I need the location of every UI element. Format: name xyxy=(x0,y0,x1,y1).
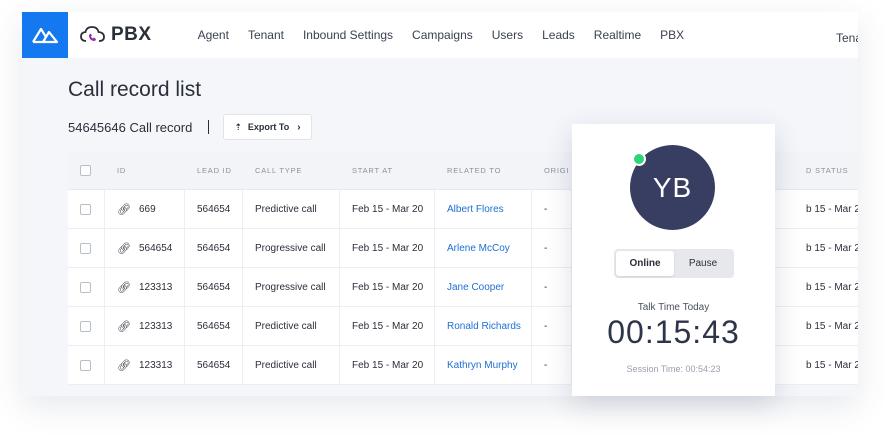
row-id: 123313 xyxy=(138,359,173,371)
agent-status-card: YB Online Pause Talk Time Today 00:15:43… xyxy=(572,124,775,396)
origin-cell: - xyxy=(532,190,572,228)
id-cell: 🔗︎ 564654 xyxy=(105,229,185,267)
row-checkbox[interactable] xyxy=(80,320,91,332)
nav-realtime[interactable]: Realtime xyxy=(594,28,641,42)
start-at-cell: Feb 15 - Mar 20 xyxy=(340,307,435,345)
row-id: 564654 xyxy=(138,242,173,254)
col-end-status[interactable]: D STATUS xyxy=(806,166,848,175)
row-id: 669 xyxy=(138,203,156,215)
select-all-checkbox[interactable] xyxy=(80,165,91,176)
start-at-cell: Feb 15 - Mar 20 xyxy=(340,190,435,228)
row-checkbox[interactable] xyxy=(80,281,91,293)
status-toggle: Online Pause xyxy=(614,249,734,278)
nav-campaigns[interactable]: Campaigns xyxy=(412,28,473,42)
id-cell: 🔗︎ 123313 xyxy=(105,307,185,345)
online-status-dot xyxy=(632,152,646,166)
session-time: Session Time: 00:54:23 xyxy=(626,364,721,374)
related-to-link[interactable]: Kathryn Murphy xyxy=(435,346,532,384)
home-logo-button[interactable] xyxy=(22,12,68,58)
row-checkbox-cell xyxy=(68,307,105,345)
id-cell: 🔗︎ 123313 xyxy=(105,268,185,306)
origin-cell: - xyxy=(532,268,572,306)
talk-time-value: 00:15:43 xyxy=(607,314,740,350)
call-type-cell: Predictive call xyxy=(243,346,340,384)
upload-icon: ⇡ xyxy=(234,121,242,132)
end-status-cell: b 15 - Mar 20 xyxy=(806,320,858,332)
col-related-to[interactable]: RELATED TO xyxy=(435,152,532,189)
call-type-cell: Progressive call xyxy=(243,229,340,267)
related-to-link[interactable]: Jane Cooper xyxy=(435,268,532,306)
origin-cell: - xyxy=(532,307,572,345)
triangle-mark-icon xyxy=(32,27,58,44)
link-icon[interactable]: 🔗︎ xyxy=(117,359,131,372)
brand-name: PBX xyxy=(111,24,152,45)
col-id[interactable]: ID xyxy=(105,152,185,189)
lead-id-cell: 564654 xyxy=(185,307,243,345)
cloud-phone-icon xyxy=(80,26,105,42)
start-at-cell: Feb 15 - Mar 20 xyxy=(340,268,435,306)
lead-id-cell: 564654 xyxy=(185,229,243,267)
row-checkbox-cell xyxy=(68,229,105,267)
online-button[interactable]: Online xyxy=(616,251,674,276)
related-to-link[interactable]: Arlene McCoy xyxy=(435,229,532,267)
record-count-title: 54645646 Call record xyxy=(68,119,193,135)
origin-cell: - xyxy=(532,346,572,384)
end-status-cell: b 15 - Mar 20 xyxy=(806,281,858,293)
row-checkbox[interactable] xyxy=(80,359,91,371)
link-icon[interactable]: 🔗︎ xyxy=(117,281,131,294)
lead-id-cell: 564654 xyxy=(185,190,243,228)
nav-users[interactable]: Users xyxy=(492,28,523,42)
row-checkbox[interactable] xyxy=(80,203,91,215)
row-checkbox[interactable] xyxy=(80,242,91,254)
main-nav: Agent Tenant Inbound Settings Campaigns … xyxy=(198,28,704,42)
lead-id-cell: 564654 xyxy=(185,268,243,306)
chevron-right-icon: › xyxy=(297,121,301,133)
export-label: Export To xyxy=(247,122,290,132)
pause-button[interactable]: Pause xyxy=(674,258,732,269)
link-icon[interactable]: 🔗︎ xyxy=(117,320,131,333)
col-start-at[interactable]: START AT xyxy=(340,152,435,189)
origin-cell: - xyxy=(532,229,572,267)
col-lead-id[interactable]: LEAD ID xyxy=(185,152,243,189)
row-checkbox-cell xyxy=(68,190,105,228)
brand: PBX xyxy=(80,24,152,46)
end-status-cell: b 15 - Mar 20 xyxy=(806,242,858,254)
row-id: 123313 xyxy=(138,320,173,332)
nav-tenant-overflow[interactable]: Tena xyxy=(836,31,858,45)
link-icon[interactable]: 🔗︎ xyxy=(117,242,131,255)
call-type-cell: Progressive call xyxy=(243,268,340,306)
select-all-cell xyxy=(68,152,105,189)
call-type-cell: Predictive call xyxy=(243,190,340,228)
top-navbar: PBX Agent Tenant Inbound Settings Campai… xyxy=(22,12,858,58)
start-at-cell: Feb 15 - Mar 20 xyxy=(340,346,435,384)
talk-time-label: Talk Time Today xyxy=(637,302,710,313)
related-to-link[interactable]: Ronald Richards xyxy=(435,307,532,345)
export-button[interactable]: ⇡ Export To › xyxy=(223,114,312,140)
page-title: Call record list xyxy=(68,78,202,101)
nav-inbound-settings[interactable]: Inbound Settings xyxy=(303,28,393,42)
col-call-type[interactable]: CALL TYPE xyxy=(243,152,340,189)
related-to-link[interactable]: Albert Flores xyxy=(435,190,532,228)
subheader: 54645646 Call record ⇡ Export To › xyxy=(68,114,312,140)
divider xyxy=(208,120,210,134)
id-cell: 🔗︎ 123313 xyxy=(105,346,185,384)
link-icon[interactable]: 🔗︎ xyxy=(117,203,131,216)
nav-leads[interactable]: Leads xyxy=(542,28,575,42)
start-at-cell: Feb 15 - Mar 20 xyxy=(340,229,435,267)
end-status-cell: b 15 - Mar 20 xyxy=(806,203,858,215)
nav-agent[interactable]: Agent xyxy=(198,28,229,42)
nav-tenant[interactable]: Tenant xyxy=(248,28,284,42)
end-status-cell: b 15 - Mar 20 xyxy=(806,359,858,371)
row-checkbox-cell xyxy=(68,268,105,306)
call-type-cell: Predictive call xyxy=(243,307,340,345)
col-origin[interactable]: ORIGI xyxy=(532,152,572,189)
id-cell: 🔗︎ 669 xyxy=(105,190,185,228)
row-id: 123313 xyxy=(138,281,173,293)
lead-id-cell: 564654 xyxy=(185,346,243,384)
row-checkbox-cell xyxy=(68,346,105,384)
nav-pbx[interactable]: PBX xyxy=(660,28,684,42)
